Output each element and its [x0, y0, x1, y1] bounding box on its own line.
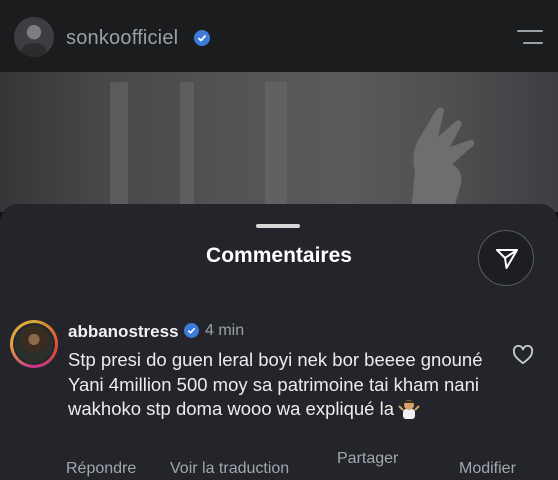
- profile-avatar[interactable]: [14, 17, 54, 57]
- edit-button[interactable]: Modifier: [459, 460, 516, 478]
- commenter-username[interactable]: abbanostress: [68, 322, 179, 342]
- sheet-title: Commentaires: [206, 244, 352, 267]
- paper-plane-icon: [496, 249, 518, 269]
- share-send-button[interactable]: [478, 230, 534, 286]
- profile-header: sonkoofficiel: [0, 0, 558, 72]
- hamburger-menu-icon[interactable]: [517, 30, 543, 46]
- profile-username[interactable]: sonkoofficiel: [66, 27, 178, 50]
- comment-text: Stp presi do guen leral boyi nek bor bee…: [68, 348, 488, 422]
- share-button[interactable]: Partager: [337, 450, 398, 468]
- see-translation-button[interactable]: Voir la traduction: [170, 460, 289, 478]
- verified-badge-icon: [194, 30, 210, 46]
- comment-timestamp: 4 min: [205, 322, 245, 339]
- commenter-avatar[interactable]: [10, 320, 58, 368]
- reply-button[interactable]: Répondre: [66, 460, 136, 478]
- heart-icon[interactable]: [512, 345, 534, 365]
- verified-badge-icon: [184, 323, 199, 338]
- post-photo: [0, 72, 558, 212]
- comments-sheet: Commentaires abbanostress 4 min Stp pres…: [0, 204, 558, 480]
- sheet-drag-handle[interactable]: [256, 224, 300, 228]
- comment-body: Stp presi do guen leral boyi nek bor bee…: [68, 349, 483, 419]
- person-shrugging-emoji: [398, 397, 420, 419]
